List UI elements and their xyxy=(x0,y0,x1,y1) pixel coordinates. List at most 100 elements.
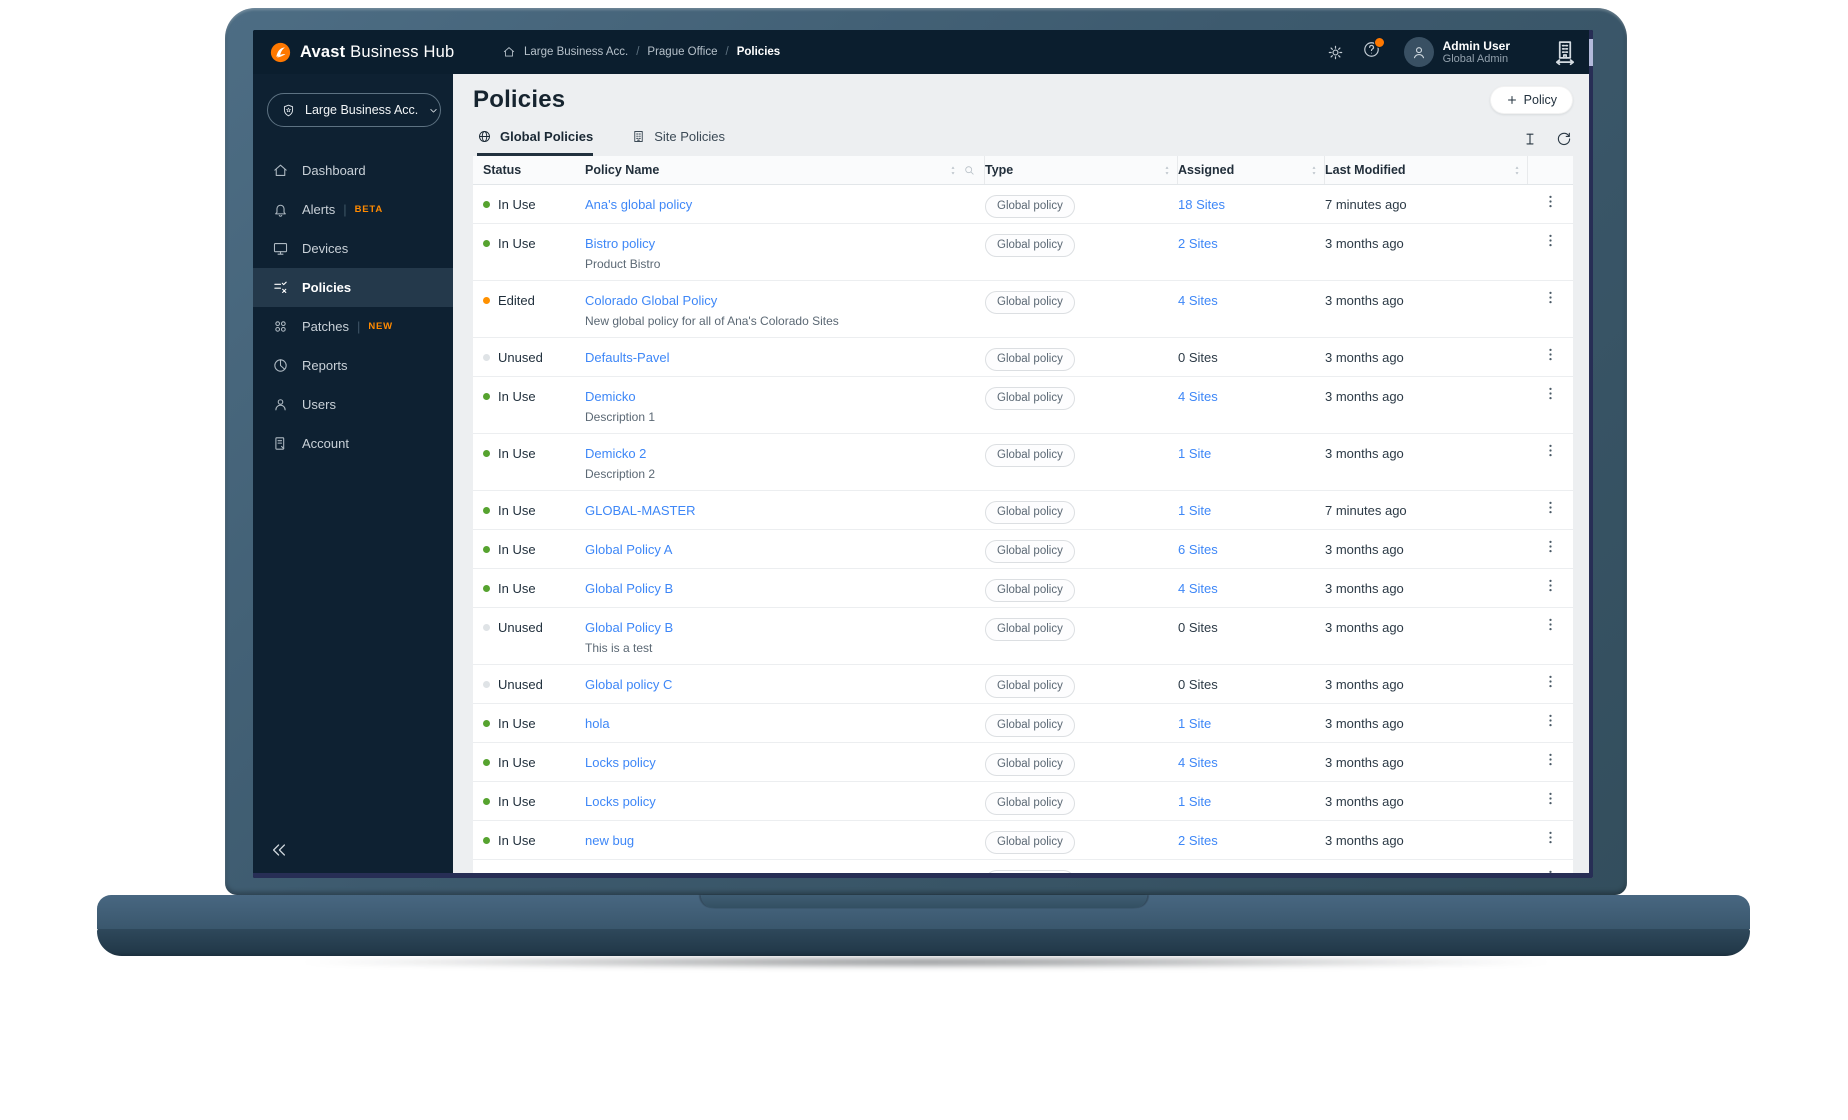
policy-name-cell: Bistro policy Product Bistro xyxy=(585,224,985,272)
row-menu-icon[interactable] xyxy=(1542,673,1559,690)
row-menu-icon[interactable] xyxy=(1542,712,1559,729)
scrollbar-track[interactable] xyxy=(1589,30,1593,878)
sidebar-item-account[interactable]: Account xyxy=(253,424,453,463)
sidebar-item-label: Devices xyxy=(302,241,349,256)
policy-name-link[interactable]: Ana's global policy xyxy=(585,197,692,212)
row-menu-icon[interactable] xyxy=(1542,385,1559,402)
assigned-sites[interactable]: 1 Site xyxy=(1178,704,1325,731)
search-icon[interactable] xyxy=(963,164,976,177)
policy-name-link[interactable]: Locks policy xyxy=(585,755,656,770)
sidebar-item-policies[interactable]: Policies xyxy=(253,268,453,307)
sidebar-item-patches[interactable]: Patches | NEW xyxy=(253,307,453,346)
assigned-sites[interactable]: 4 Sites xyxy=(1178,377,1325,404)
column-assigned[interactable]: Assigned xyxy=(1178,156,1325,184)
column-status[interactable]: Status xyxy=(473,156,585,184)
row-menu-icon[interactable] xyxy=(1542,751,1559,768)
table-row: In Use Bistro policy Product Bistro Glob… xyxy=(473,224,1573,281)
card-icon xyxy=(272,435,289,452)
assigned-sites[interactable]: 1 Site xyxy=(1178,434,1325,461)
row-menu-icon[interactable] xyxy=(1542,577,1559,594)
sort-icon[interactable] xyxy=(1310,164,1318,177)
assigned-sites[interactable]: 6 Sites xyxy=(1178,530,1325,557)
assigned-sites[interactable]: 1 Site xyxy=(1178,491,1325,518)
status-label: Unused xyxy=(498,677,543,692)
policy-name-link[interactable]: Demicko 2 xyxy=(585,446,646,461)
column-type[interactable]: Type xyxy=(985,156,1178,184)
sidebar-collapse-icon[interactable] xyxy=(269,840,289,860)
assigned-sites[interactable]: 1 Site xyxy=(1178,782,1325,809)
assigned-sites[interactable]: 4 Sites xyxy=(1178,569,1325,596)
tab-site-policies[interactable]: Site Policies xyxy=(631,129,725,156)
column-policy-name[interactable]: Policy Name xyxy=(585,156,985,184)
building-icon xyxy=(631,129,646,144)
policy-name-link[interactable]: Global Policy B xyxy=(585,581,673,596)
policy-name-link[interactable]: Bistro policy xyxy=(585,236,655,251)
table-row: In Use Demicko 2 Description 2 Global po… xyxy=(473,434,1573,491)
row-menu-icon[interactable] xyxy=(1542,829,1559,846)
sidebar-item-reports[interactable]: Reports xyxy=(253,346,453,385)
sidebar-item-devices[interactable]: Devices xyxy=(253,229,453,268)
breadcrumb-item[interactable]: Large Business Acc. xyxy=(524,46,628,58)
policy-name-cell: hola xyxy=(585,704,985,731)
fit-columns-icon[interactable] xyxy=(1521,130,1539,148)
scrollbar-thumb[interactable] xyxy=(1589,39,1593,66)
policy-name-link[interactable]: Colorado Global Policy xyxy=(585,293,717,308)
row-menu-icon[interactable] xyxy=(1542,232,1559,249)
policy-name-link[interactable]: Defaults-Pavel xyxy=(585,350,670,365)
refresh-icon[interactable] xyxy=(1555,130,1573,148)
tab-global-policies[interactable]: Global Policies xyxy=(477,129,594,156)
last-modified: 3 months ago xyxy=(1325,755,1404,770)
sidebar: Large Business Acc. Dashboard Alerts | BETA… xyxy=(253,74,453,878)
assigned-sites[interactable]: 4 Sites xyxy=(1178,743,1325,770)
last-modified: 3 months ago xyxy=(1325,581,1404,596)
policy-name-link[interactable]: Global Policy B xyxy=(585,620,673,635)
row-menu-icon[interactable] xyxy=(1542,616,1559,633)
status-dot xyxy=(483,837,490,844)
sidebar-item-dashboard[interactable]: Dashboard xyxy=(253,151,453,190)
column-last-modified[interactable]: Last Modified xyxy=(1325,156,1528,184)
sort-icon[interactable] xyxy=(1513,164,1521,177)
assigned-sites[interactable]: 18 Sites xyxy=(1178,185,1325,212)
row-menu-icon[interactable] xyxy=(1542,790,1559,807)
policies-table: Status Policy Name Type Assigned Last Mo… xyxy=(473,156,1573,878)
assigned-sites[interactable]: 4 Sites xyxy=(1178,281,1325,308)
row-menu-icon[interactable] xyxy=(1542,538,1559,555)
sidebar-item-badge: NEW xyxy=(368,321,393,332)
row-menu-icon[interactable] xyxy=(1542,289,1559,306)
policy-name-link[interactable]: GLOBAL-MASTER xyxy=(585,503,696,518)
status-label: In Use xyxy=(498,389,536,404)
laptop-notch xyxy=(700,895,1147,908)
policy-name-link[interactable]: Demicko xyxy=(585,389,636,404)
sidebar-item-users[interactable]: Users xyxy=(253,385,453,424)
main-content: Policies Policy Global Policies Site Poli… xyxy=(453,74,1593,878)
policy-name-link[interactable]: Global policy C xyxy=(585,677,672,692)
home-icon[interactable] xyxy=(502,45,516,59)
assigned-sites[interactable]: 2 Sites xyxy=(1178,224,1325,251)
last-modified: 3 months ago xyxy=(1325,236,1404,251)
row-menu-icon[interactable] xyxy=(1542,193,1559,210)
company-switcher-icon[interactable] xyxy=(1551,38,1579,66)
account-selector[interactable]: Large Business Acc. xyxy=(267,93,441,127)
sidebar-item-alerts[interactable]: Alerts | BETA xyxy=(253,190,453,229)
type-badge: Global policy xyxy=(985,501,1075,524)
type-cell: Global policy xyxy=(985,743,1178,776)
assigned-sites[interactable]: 2 Sites xyxy=(1178,821,1325,848)
row-menu-icon[interactable] xyxy=(1542,499,1559,516)
sort-icon[interactable] xyxy=(949,164,957,177)
table-row: In Use Global Policy B Global policy 4 S… xyxy=(473,569,1573,608)
add-policy-button[interactable]: Policy xyxy=(1489,86,1573,114)
policy-name-link[interactable]: Locks policy xyxy=(585,794,656,809)
sort-icon[interactable] xyxy=(1163,164,1171,177)
row-menu-icon[interactable] xyxy=(1542,346,1559,363)
last-modified: 3 months ago xyxy=(1325,716,1404,731)
breadcrumb-item[interactable]: Policies xyxy=(737,46,780,58)
policy-name-link[interactable]: new bug xyxy=(585,833,634,848)
user-menu[interactable]: Admin User Global Admin xyxy=(1403,37,1510,67)
laptop-shadow xyxy=(48,954,1804,970)
policy-name-link[interactable]: Global Policy A xyxy=(585,542,672,557)
breadcrumb-item[interactable]: Prague Office xyxy=(647,46,717,58)
row-menu-icon[interactable] xyxy=(1542,442,1559,459)
policy-name-link[interactable]: hola xyxy=(585,716,610,731)
status-cell: In Use xyxy=(473,782,585,809)
gear-icon[interactable] xyxy=(1326,43,1345,62)
